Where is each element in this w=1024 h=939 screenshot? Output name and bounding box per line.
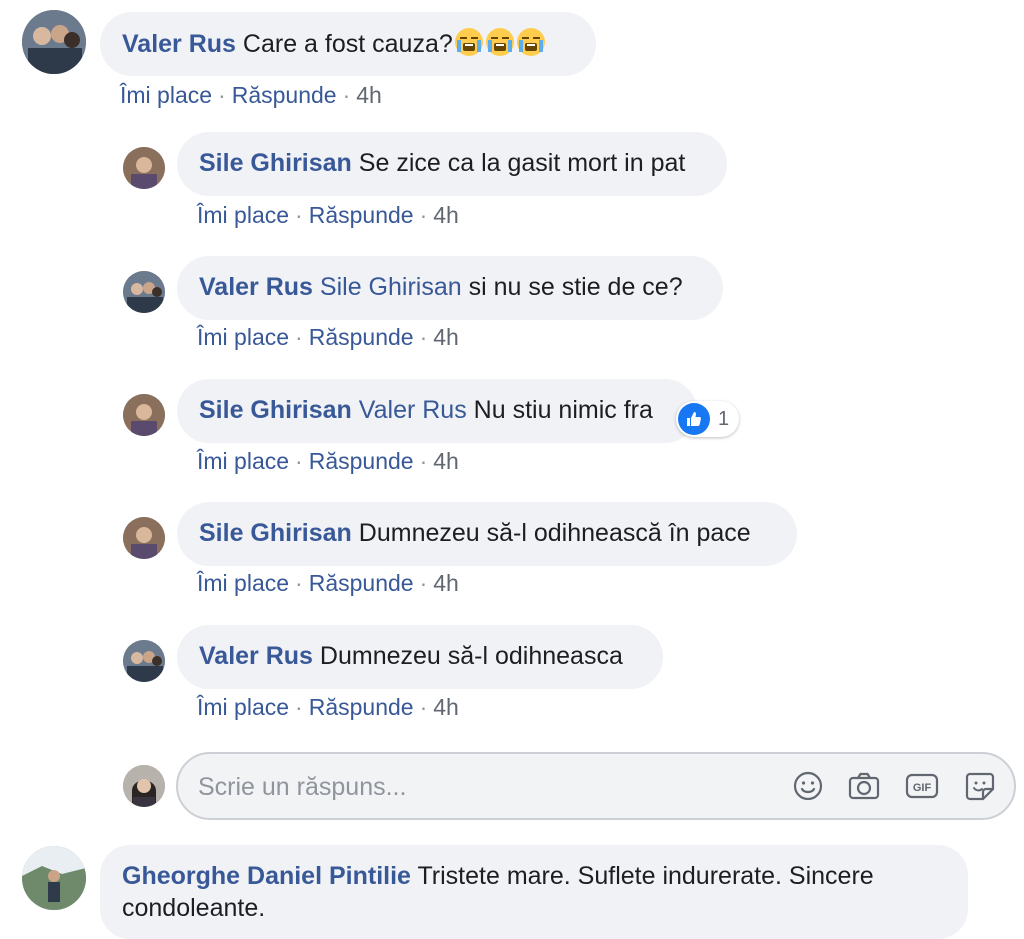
reaction-badge[interactable]: 1 [676,401,740,437]
smiley-icon[interactable] [790,768,826,804]
crying-face-icon [453,28,546,58]
comment-author[interactable]: Sile Ghirisan [199,519,352,547]
comment-actions: Îmi place · Răspunde · 4h [197,202,459,228]
avatar[interactable] [123,640,165,682]
reply-box: GIF [176,752,1016,820]
comment-actions: Îmi place · Răspunde · 4h [197,324,459,350]
avatar[interactable] [22,10,86,74]
comment-timestamp[interactable]: 4h [433,694,459,720]
reply-link[interactable]: Răspunde [232,82,337,108]
like-link[interactable]: Îmi place [197,324,289,350]
comment-bubble: Sile Ghirisan Dumnezeu să-l odihnească î… [177,502,797,566]
comment-timestamp[interactable]: 4h [356,82,382,108]
comment-text: Dumnezeu să-l odihnească în pace [358,519,751,547]
comment-text: Dumnezeu să-l odihneasca [319,642,623,670]
comment-actions: Îmi place · Răspunde · 4h [197,570,459,596]
comment-actions: Îmi place · Răspunde · 4h [120,82,382,108]
comment-author[interactable]: Valer Rus [199,642,313,670]
comment-bubble: Valer Rus Sile Ghirisan si nu se stie de… [177,256,723,320]
avatar[interactable] [123,517,165,559]
comment-text: si nu se stie de ce? [468,273,683,301]
reply-link[interactable]: Răspunde [309,448,414,474]
mention-link[interactable]: Sile Ghirisan [320,273,462,301]
reaction-count: 1 [718,407,730,430]
like-link[interactable]: Îmi place [197,202,289,228]
comment-timestamp[interactable]: 4h [433,324,459,350]
comment-bubble: Valer Rus Care a fost cauza? [100,12,596,76]
like-link[interactable]: Îmi place [197,570,289,596]
avatar[interactable] [123,271,165,313]
comment-bubble: Sile Ghirisan Valer Rus Nu stiu nimic fr… [177,379,697,443]
comment-author[interactable]: Valer Rus [122,30,236,58]
reply-link[interactable]: Răspunde [309,202,414,228]
comment-author[interactable]: Sile Ghirisan [199,396,352,424]
avatar[interactable] [22,846,86,910]
comment-actions: Îmi place · Răspunde · 4h [197,448,459,474]
svg-text:GIF: GIF [913,782,932,794]
comment-timestamp[interactable]: 4h [433,570,459,596]
avatar[interactable] [123,394,165,436]
comment-text: Se zice ca la gasit mort in pat [358,149,686,177]
comment-timestamp[interactable]: 4h [433,448,459,474]
comment-actions: Îmi place · Răspunde · 4h [197,694,459,720]
reply-input[interactable] [198,768,758,806]
comment-text: Care a fost cauza? [242,30,453,58]
reply-link[interactable]: Răspunde [309,570,414,596]
comment-bubble: Sile Ghirisan Se zice ca la gasit mort i… [177,132,727,196]
comment-bubble: Valer Rus Dumnezeu să-l odihneasca [177,625,663,689]
gif-icon[interactable]: GIF [904,768,940,804]
thumbs-up-icon [678,403,710,435]
comment-author[interactable]: Gheorghe Daniel Pintilie [122,862,411,890]
like-link[interactable]: Îmi place [197,694,289,720]
reply-link[interactable]: Răspunde [309,324,414,350]
comment-text: Nu stiu nimic fra [473,396,653,424]
comment-timestamp[interactable]: 4h [433,202,459,228]
comment-author[interactable]: Sile Ghirisan [199,149,352,177]
camera-icon[interactable] [846,768,882,804]
comment-bubble: Gheorghe Daniel Pintilie Tristete mare. … [100,845,968,939]
like-link[interactable]: Îmi place [197,448,289,474]
avatar[interactable] [123,147,165,189]
like-link[interactable]: Îmi place [120,82,212,108]
sticker-icon[interactable] [962,768,998,804]
avatar [123,765,165,807]
comment-author[interactable]: Valer Rus [199,273,313,301]
reply-link[interactable]: Răspunde [309,694,414,720]
mention-link[interactable]: Valer Rus [359,396,467,424]
